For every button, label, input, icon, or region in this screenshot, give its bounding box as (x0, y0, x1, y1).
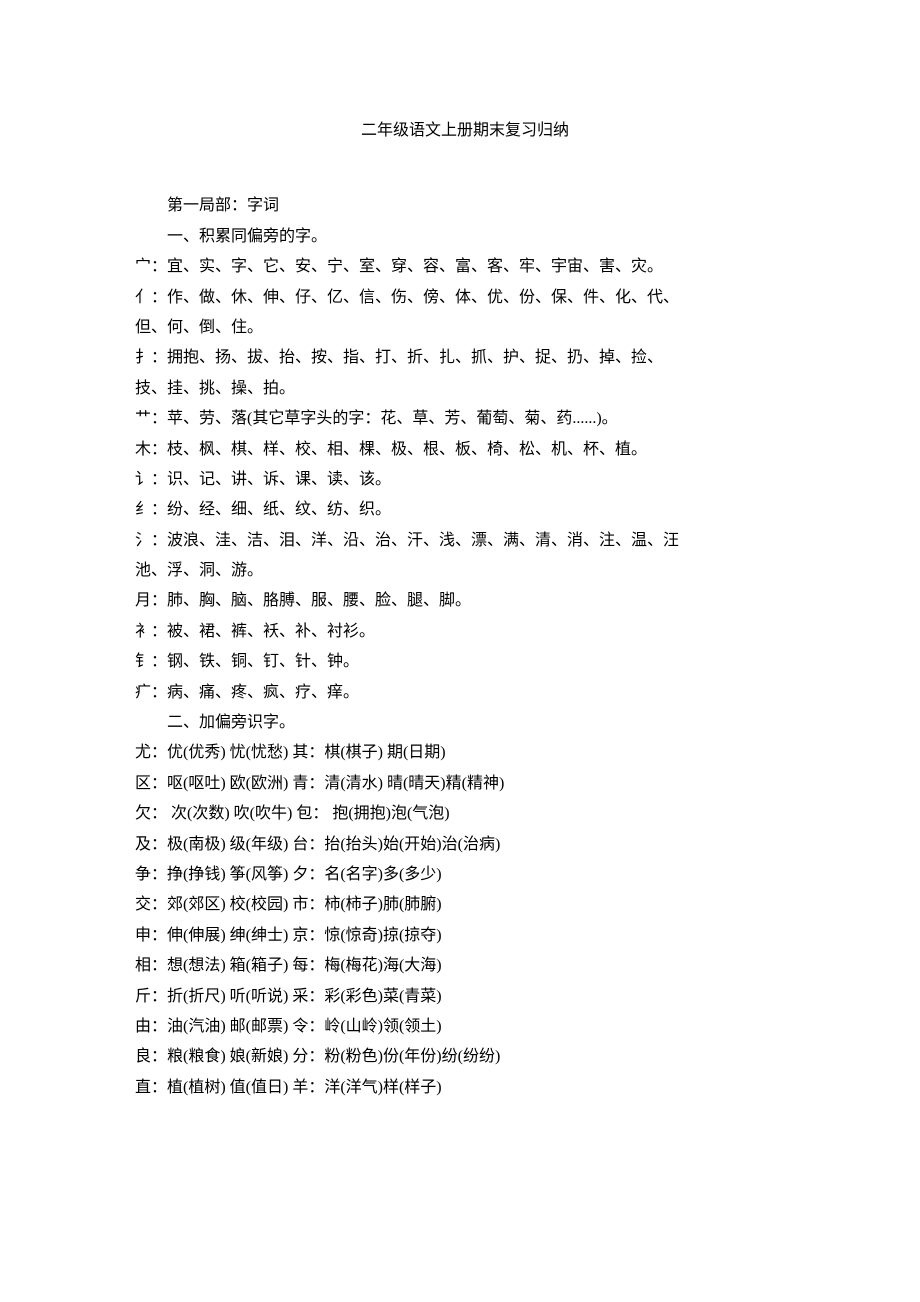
subsection-header: 二、加偏旁识字。 (135, 708, 795, 738)
text-line: 钅：钢、铁、铜、钉、针、钟。 (135, 647, 795, 677)
text-line: 申：伸(伸展) 绅(绅士) 京：惊(惊奇)掠(掠夺) (135, 921, 795, 951)
text-line: 交：郊(郊区) 校(校园) 市：柿(柿子)肺(肺腑) (135, 890, 795, 920)
text-line: 良：粮(粮食) 娘(新娘) 分：粉(粉色)份(年份)纷(纷纷) (135, 1042, 795, 1072)
text-line: 池、浮、洞、游。 (135, 556, 795, 586)
text-line: 争：挣(挣钱) 筝(风筝) 夕：名(名字)多(多少) (135, 860, 795, 890)
text-line: 亻：作、做、休、伸、仔、亿、信、伤、傍、体、优、份、保、件、化、代、 (135, 283, 795, 313)
document-page: 二年级语文上册期末复习归纳 第一局部：字词 一、积累同偏旁的字。 宀：宜、实、字… (0, 0, 920, 1302)
text-line: 技、挂、挑、操、拍。 (135, 374, 795, 404)
text-line: 衤：被、裙、裤、袄、补、衬衫。 (135, 617, 795, 647)
text-line: 欠： 次(次数) 吹(吹牛) 包： 抱(拥抱)泡(气泡) (135, 799, 795, 829)
text-line: 直：植(植树) 值(值日) 羊：洋(洋气)样(样子) (135, 1073, 795, 1103)
text-line: 尤：优(优秀) 忧(忧愁) 其：棋(棋子) 期(日期) (135, 738, 795, 768)
text-line: 相：想(想法) 箱(箱子) 每：梅(梅花)海(大海) (135, 951, 795, 981)
text-line: 艹：苹、劳、落(其它草字头的字：花、草、芳、葡萄、菊、药......)。 (135, 404, 795, 434)
text-line: 扌：拥抱、扬、拔、抬、按、指、打、折、扎、抓、护、捉、扔、掉、捡、 (135, 343, 795, 373)
content-block-2: 尤：优(优秀) 忧(忧愁) 其：棋(棋子) 期(日期) 区：呕(呕吐) 欧(欧洲… (135, 738, 795, 1103)
page-title: 二年级语文上册期末复习归纳 (135, 116, 795, 146)
text-line: 纟：纷、经、细、纸、纹、纺、织。 (135, 495, 795, 525)
text-line: 由：油(汽油) 邮(邮票) 令：岭(山岭)领(领土) (135, 1012, 795, 1042)
section-header: 第一局部：字词 (135, 191, 795, 221)
text-line: 氵：波浪、洼、洁、泪、洋、沿、治、汗、浅、漂、满、清、消、注、温、汪 (135, 526, 795, 556)
text-line: 月：肺、胸、脑、胳膊、服、腰、脸、腿、脚。 (135, 586, 795, 616)
subsection-header: 一、积累同偏旁的字。 (135, 222, 795, 252)
text-line: 宀：宜、实、字、它、安、宁、室、穿、容、富、客、牢、宇宙、害、灾。 (135, 252, 795, 282)
text-line: 斤：折(折尺) 听(听说) 采：彩(彩色)菜(青菜) (135, 982, 795, 1012)
content-block-1: 宀：宜、实、字、它、安、宁、室、穿、容、富、客、牢、宇宙、害、灾。 亻：作、做、… (135, 252, 795, 708)
text-line: 疒：病、痛、疼、疯、疗、痒。 (135, 678, 795, 708)
text-line: 讠：识、记、讲、诉、课、读、该。 (135, 465, 795, 495)
text-line: 木：枝、枫、棋、样、校、相、棵、极、根、板、椅、松、机、杯、植。 (135, 435, 795, 465)
text-line: 及：极(南极) 级(年级) 台：抬(抬头)始(开始)治(治病) (135, 830, 795, 860)
text-line: 但、何、倒、住。 (135, 313, 795, 343)
text-line: 区：呕(呕吐) 欧(欧洲) 青：清(清水) 晴(晴天)精(精神) (135, 769, 795, 799)
